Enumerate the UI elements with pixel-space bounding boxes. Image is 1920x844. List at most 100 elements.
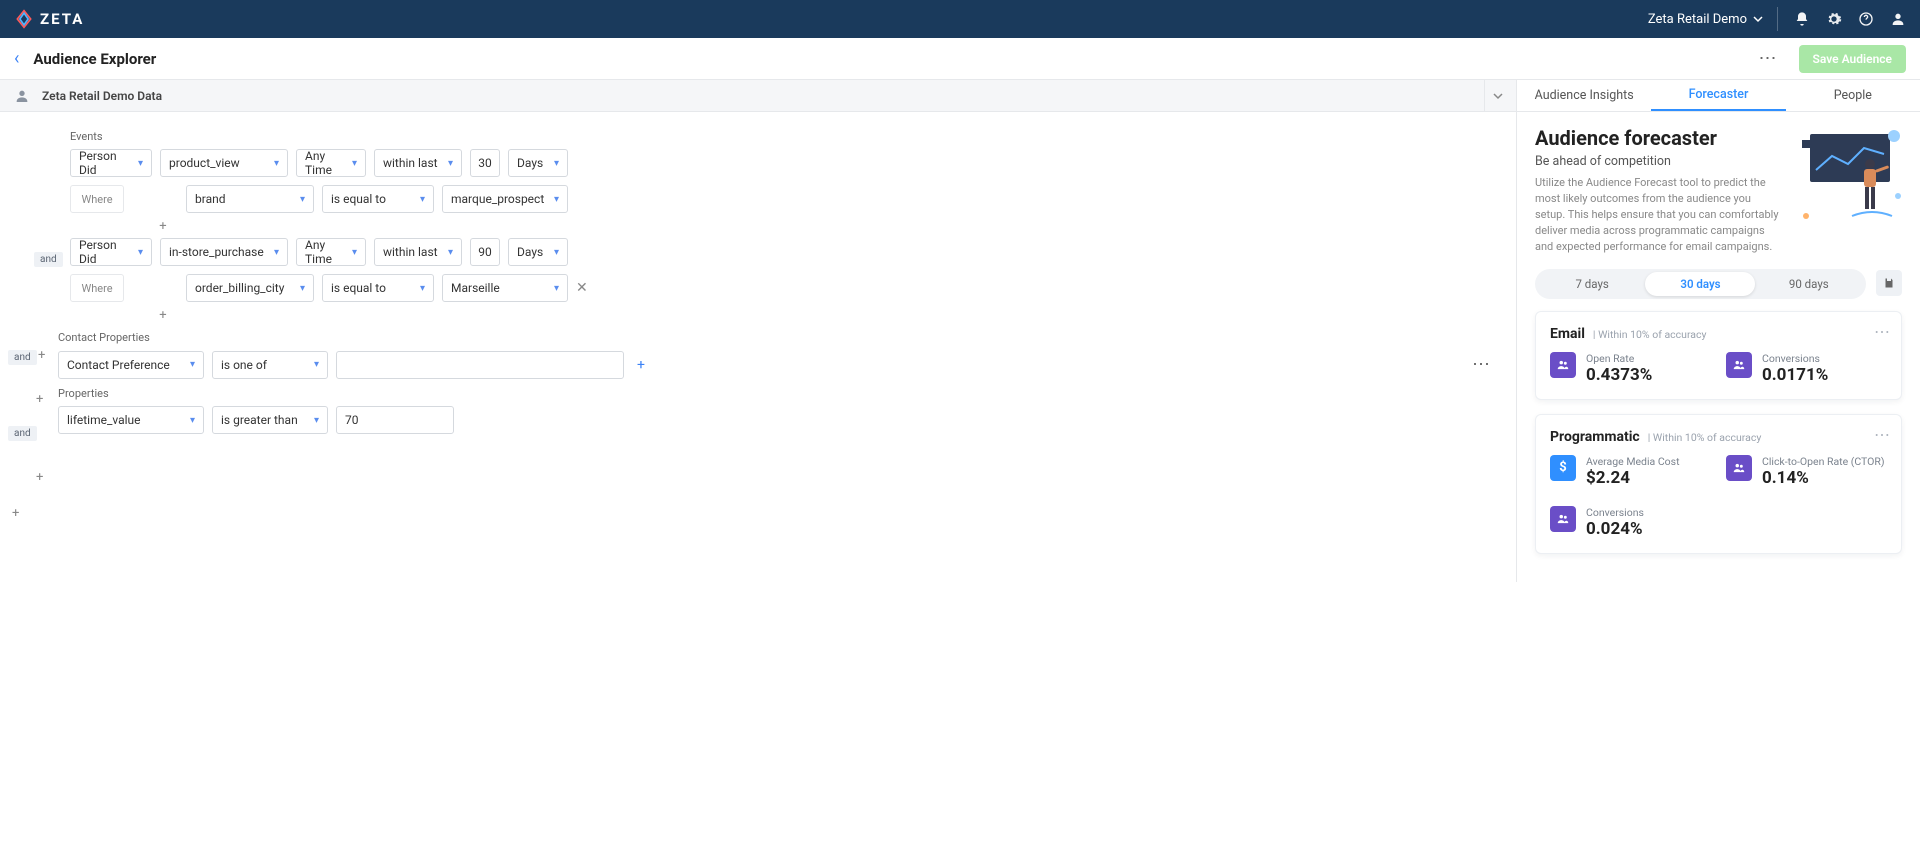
forecaster-illustration [1792,126,1902,226]
contact-field-select[interactable]: Contact Preference▾ [58,351,204,379]
event-select[interactable]: product_view▾ [160,149,288,177]
chevron-down-icon [1753,14,1763,24]
metric-open-rate: Open Rate 0.4373% [1550,352,1700,385]
forecaster-title: Audience forecaster [1535,126,1782,150]
people-icon [1550,506,1576,532]
tab-people[interactable]: People [1786,80,1920,111]
period-90days[interactable]: 90 days [1755,277,1863,291]
forecaster-body: Audience forecaster Be ahead of competit… [1517,112,1920,582]
time-value: Any Time [305,238,346,266]
side-panel: Audience Insights Forecaster People Audi… [1516,80,1920,582]
where-label: Where [70,185,124,213]
where-field-value: brand [195,192,226,206]
remove-condition-button[interactable]: ✕ [576,280,588,296]
chevron-down-icon: ▾ [300,194,305,205]
page-more-menu[interactable]: ⋯ [1753,44,1785,73]
save-forecast-button[interactable] [1876,270,1902,296]
prop-field-select[interactable]: lifetime_value▾ [58,406,204,434]
unit-select[interactable]: Days ▾ [508,149,568,177]
where-value-select[interactable]: Marseille▾ [442,274,568,302]
contact-field-value: Contact Preference [67,358,170,372]
event-select[interactable]: in-store_purchase▾ [160,238,288,266]
time-select[interactable]: Any Time ▾ [296,238,366,266]
where-value: Marseille [451,281,500,295]
within-select[interactable]: within last▾ [374,149,462,177]
add-root-button[interactable]: + [12,506,19,521]
help-icon[interactable] [1858,11,1874,27]
metric-prog-conversions: Conversions 0.024% [1550,506,1700,539]
user-icon[interactable] [1890,11,1906,27]
gear-icon[interactable] [1826,11,1842,27]
unit-value: Days [517,245,543,259]
unit-select[interactable]: Days▾ [508,238,568,266]
card-more-menu[interactable]: ⋯ [1874,425,1891,444]
card-more-menu[interactable]: ⋯ [1874,322,1891,341]
events-label: Events [70,130,1498,143]
prop-op-select[interactable]: is greater than ▾ [212,406,328,434]
where-op-select[interactable]: is equal to ▾ [322,274,434,302]
add-value-button[interactable]: + [632,357,650,373]
back-button[interactable]: ‹ [14,48,19,69]
action-select[interactable]: Person Did▾ [70,238,152,266]
contact-value-input[interactable] [336,351,624,379]
where-label: Where [70,274,124,302]
topbar-right: Zeta Retail Demo [1648,7,1906,31]
metric-value: 0.0171% [1762,365,1828,385]
unit-value: Days [517,156,543,170]
chevron-down-icon: ▾ [554,194,559,205]
event-row: Person Did▾ in-store_purchase▾ Any Time ▾… [70,238,1498,266]
events-group: Events Person Did ▾ product_view▾ Any Tim… [8,130,1498,323]
side-tabs: Audience Insights Forecaster People [1517,80,1920,112]
add-where-button[interactable]: + [156,219,170,234]
contact-properties-group: Contact Properties Contact Preference▾ i… [8,331,1498,379]
where-op-select[interactable]: is equal to▾ [322,185,434,213]
chevron-down-icon: ▾ [554,158,559,169]
add-where-button[interactable]: + [156,308,170,323]
row-more-menu[interactable]: ⋯ [1466,350,1498,379]
account-switcher[interactable]: Zeta Retail Demo [1648,7,1778,31]
chevron-down-icon: ▾ [314,415,319,426]
save-audience-button[interactable]: Save Audience [1799,45,1906,73]
metric-avg-media-cost: $ Average Media Cost $2.24 [1550,455,1700,488]
forecaster-description: Utilize the Audience Forecast tool to pr… [1535,175,1782,255]
brand-logo-icon [14,9,34,29]
chevron-down-icon: ▾ [448,247,453,258]
tab-audience-insights[interactable]: Audience Insights [1517,80,1651,111]
time-value: Any Time [305,149,346,177]
datasource-bar[interactable]: Zeta Retail Demo Data [0,80,1516,112]
where-op-value: is equal to [331,192,386,206]
tab-forecaster[interactable]: Forecaster [1651,80,1785,111]
contact-op-select[interactable]: is one of▾ [212,351,328,379]
number-input[interactable]: 30 [470,149,500,177]
prop-op-value: is greater than [221,413,298,427]
metric-value: 0.024% [1586,519,1644,539]
action-select[interactable]: Person Did ▾ [70,149,152,177]
prog-card-title: Programmatic [1550,429,1640,445]
action-value: Person Did [79,149,132,177]
add-condition-button[interactable]: + [36,470,43,485]
topbar: ZETA Zeta Retail Demo [0,0,1920,38]
chevron-down-icon: ▾ [138,158,143,169]
period-30days[interactable]: 30 days [1646,277,1754,291]
number-input[interactable]: 90 [470,238,500,266]
chevron-down-icon: ▾ [352,247,357,258]
where-value-select[interactable]: marque_prospect▾ [442,185,568,213]
metric-email-conversions: Conversions 0.0171% [1726,352,1876,385]
prop-value-input[interactable]: 70 [336,406,454,434]
where-op-value: is equal to [331,281,386,295]
time-select[interactable]: Any Time▾ [296,149,366,177]
datasource-expand[interactable] [1484,80,1510,111]
number-value: 90 [478,245,492,259]
metric-ctor: Click-to-Open Rate (CTOR) 0.14% [1726,455,1885,488]
where-field-select[interactable]: brand ▾ [186,185,314,213]
chevron-down-icon: ▾ [420,283,425,294]
bell-icon[interactable] [1794,11,1810,27]
chevron-down-icon: ▾ [274,158,279,169]
chevron-down-icon: ▾ [300,283,305,294]
where-field-select[interactable]: order_billing_city▾ [186,274,314,302]
within-select[interactable]: within last▾ [374,238,462,266]
metric-value: $2.24 [1586,468,1680,488]
page-title: Audience Explorer [33,50,156,68]
brand: ZETA [14,9,84,29]
period-7days[interactable]: 7 days [1538,277,1646,291]
